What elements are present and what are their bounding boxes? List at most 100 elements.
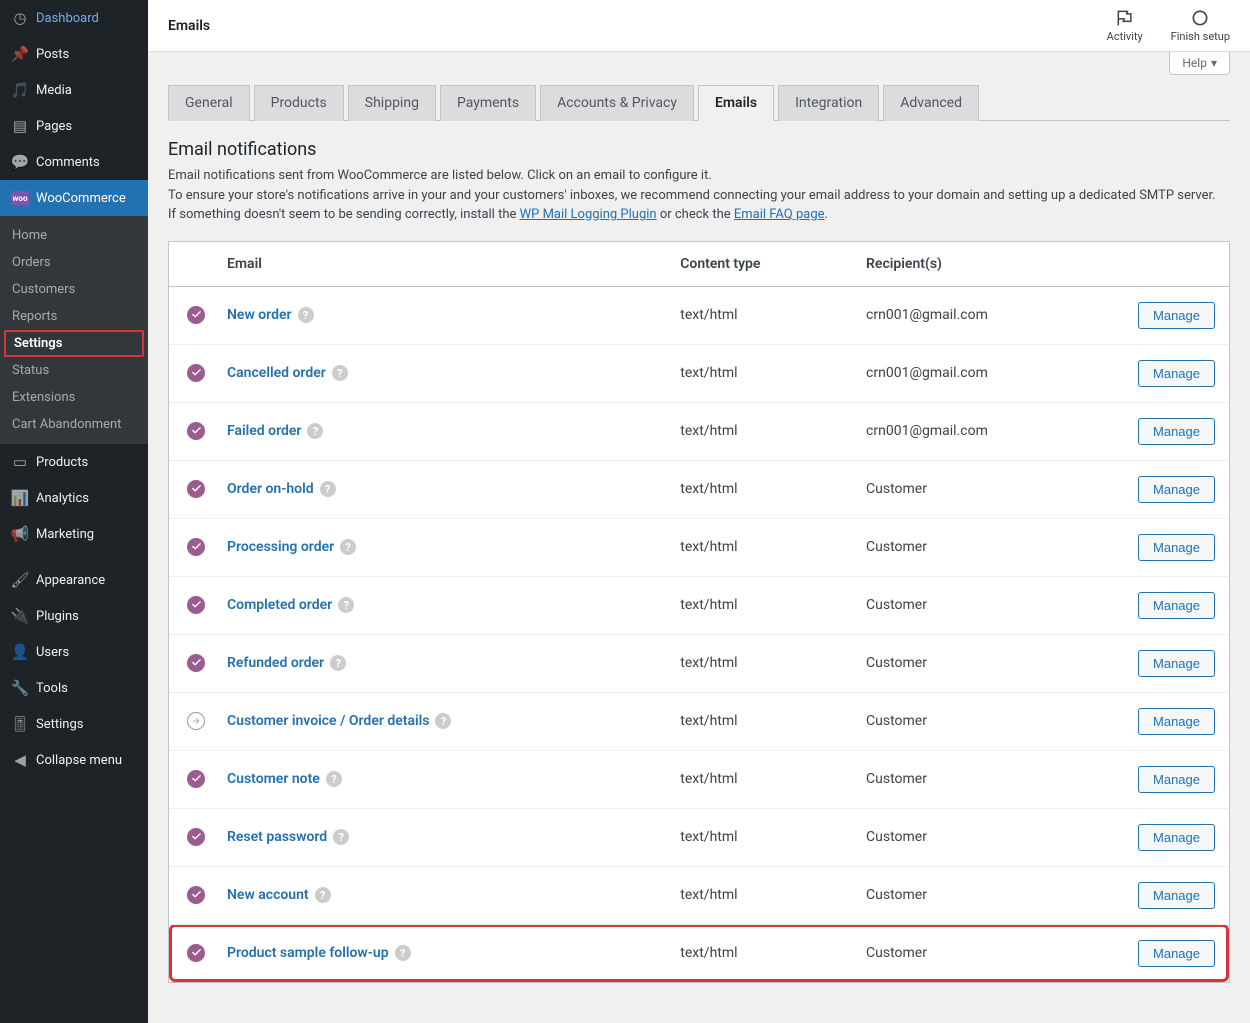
products-icon: ▭: [10, 452, 30, 472]
status-enabled-icon: [187, 944, 205, 962]
sidebar-item-analytics[interactable]: 📊Analytics: [0, 480, 148, 516]
help-icon[interactable]: ?: [333, 829, 349, 845]
manage-button[interactable]: Manage: [1138, 476, 1215, 503]
status-enabled-icon: [187, 364, 205, 382]
sidebar-item-products[interactable]: ▭Products: [0, 444, 148, 480]
finish-setup-button[interactable]: Finish setup: [1171, 8, 1230, 43]
help-icon[interactable]: ?: [298, 307, 314, 323]
manage-button[interactable]: Manage: [1138, 882, 1215, 909]
recipients-cell: Customer: [856, 576, 1119, 634]
sidebar-item-marketing[interactable]: 📢Marketing: [0, 516, 148, 552]
email-faq-link[interactable]: Email FAQ page: [734, 207, 825, 222]
manage-button[interactable]: Manage: [1138, 708, 1215, 735]
sidebar-item-appearance[interactable]: 🖌Appearance: [0, 562, 148, 598]
status-enabled-icon: [187, 538, 205, 556]
sidebar-label: Comments: [36, 155, 100, 170]
email-name-link[interactable]: New order: [227, 307, 292, 323]
manage-button[interactable]: Manage: [1138, 360, 1215, 387]
marketing-icon: 📢: [10, 524, 30, 544]
manage-button[interactable]: Manage: [1138, 418, 1215, 445]
sidebar-subitem-home[interactable]: Home: [0, 222, 148, 249]
sidebar-item-dashboard[interactable]: ◷Dashboard: [0, 0, 148, 36]
col-header-recipients: Recipient(s): [856, 242, 1119, 287]
pages-icon: ▤: [10, 116, 30, 136]
activity-button[interactable]: Activity: [1107, 8, 1143, 43]
section-title: Email notifications: [168, 139, 1230, 160]
sidebar-subitem-orders[interactable]: Orders: [0, 249, 148, 276]
recipients-cell: Customer: [856, 460, 1119, 518]
help-icon[interactable]: ?: [326, 771, 342, 787]
manage-button[interactable]: Manage: [1138, 592, 1215, 619]
sidebar-item-woocommerce[interactable]: wooWooCommerce: [0, 180, 148, 216]
sidebar-item-pages[interactable]: ▤Pages: [0, 108, 148, 144]
email-name-link[interactable]: Completed order: [227, 597, 332, 613]
manage-button[interactable]: Manage: [1138, 824, 1215, 851]
activity-label: Activity: [1107, 30, 1143, 43]
tab-advanced[interactable]: Advanced: [883, 85, 979, 121]
help-icon[interactable]: ?: [307, 423, 323, 439]
sidebar-item-plugins[interactable]: 🔌Plugins: [0, 598, 148, 634]
email-table: Email Content type Recipient(s) New orde…: [168, 241, 1230, 983]
sidebar-item-settings[interactable]: 🎚Settings: [0, 706, 148, 742]
help-icon[interactable]: ?: [332, 365, 348, 381]
sidebar-label: Settings: [36, 717, 83, 732]
email-name-link[interactable]: Customer invoice / Order details: [227, 713, 429, 729]
sidebar-subitem-cart-abandonment[interactable]: Cart Abandonment: [0, 411, 148, 438]
email-name-link[interactable]: Failed order: [227, 423, 301, 439]
content-type-cell: text/html: [670, 808, 856, 866]
email-name-link[interactable]: Cancelled order: [227, 365, 326, 381]
content-type-cell: text/html: [670, 692, 856, 750]
sidebar-subitem-extensions[interactable]: Extensions: [0, 384, 148, 411]
sidebar-item-collapse[interactable]: ◀Collapse menu: [0, 742, 148, 778]
sidebar-item-posts[interactable]: 📌Posts: [0, 36, 148, 72]
tab-integration[interactable]: Integration: [778, 85, 879, 121]
intro-line-2: To ensure your store's notifications arr…: [168, 186, 1218, 225]
manage-button[interactable]: Manage: [1138, 940, 1215, 967]
help-icon[interactable]: ?: [340, 539, 356, 555]
email-name-link[interactable]: New account: [227, 887, 309, 903]
sidebar-item-comments[interactable]: 💬 Comments: [0, 144, 148, 180]
email-name-link[interactable]: Product sample follow-up: [227, 945, 389, 961]
tab-products[interactable]: Products: [254, 85, 344, 121]
sidebar-label: Dashboard: [36, 11, 99, 26]
status-enabled-icon: [187, 770, 205, 788]
flag-icon: [1115, 8, 1135, 28]
sidebar-subitem-status[interactable]: Status: [0, 357, 148, 384]
help-icon[interactable]: ?: [330, 655, 346, 671]
tab-emails[interactable]: Emails: [698, 85, 774, 121]
manage-button[interactable]: Manage: [1138, 766, 1215, 793]
manage-button[interactable]: Manage: [1138, 650, 1215, 677]
manage-button[interactable]: Manage: [1138, 302, 1215, 329]
sidebar-item-tools[interactable]: 🔧Tools: [0, 670, 148, 706]
email-name-link[interactable]: Order on-hold: [227, 481, 314, 497]
help-tab[interactable]: Help▾: [1169, 52, 1230, 75]
sidebar-item-media[interactable]: 🎵Media: [0, 72, 148, 108]
help-icon[interactable]: ?: [435, 713, 451, 729]
email-name-link[interactable]: Customer note: [227, 771, 320, 787]
help-icon[interactable]: ?: [320, 481, 336, 497]
help-label: Help: [1182, 56, 1207, 70]
help-icon[interactable]: ?: [315, 887, 331, 903]
sidebar-label: Analytics: [36, 491, 89, 506]
sidebar-label: Plugins: [36, 609, 79, 624]
help-icon[interactable]: ?: [338, 597, 354, 613]
content-type-cell: text/html: [670, 634, 856, 692]
comments-icon: 💬: [10, 152, 30, 172]
email-name-link[interactable]: Refunded order: [227, 655, 324, 671]
tab-accounts-privacy[interactable]: Accounts & Privacy: [540, 85, 694, 121]
email-name-link[interactable]: Reset password: [227, 829, 327, 845]
recipients-cell: Customer: [856, 518, 1119, 576]
table-row: Completed order?text/htmlCustomerManage: [169, 576, 1229, 634]
wp-mail-logging-link[interactable]: WP Mail Logging Plugin: [520, 207, 657, 222]
tab-shipping[interactable]: Shipping: [348, 85, 436, 121]
tab-payments[interactable]: Payments: [440, 85, 536, 121]
sidebar-subitem-customers[interactable]: Customers: [0, 276, 148, 303]
sidebar-subitem-reports[interactable]: Reports: [0, 303, 148, 330]
table-row: Customer note?text/htmlCustomerManage: [169, 750, 1229, 808]
tab-general[interactable]: General: [168, 85, 250, 121]
sidebar-item-users[interactable]: 👤Users: [0, 634, 148, 670]
sidebar-subitem-settings[interactable]: Settings: [4, 330, 144, 357]
manage-button[interactable]: Manage: [1138, 534, 1215, 561]
email-name-link[interactable]: Processing order: [227, 539, 334, 555]
help-icon[interactable]: ?: [395, 945, 411, 961]
